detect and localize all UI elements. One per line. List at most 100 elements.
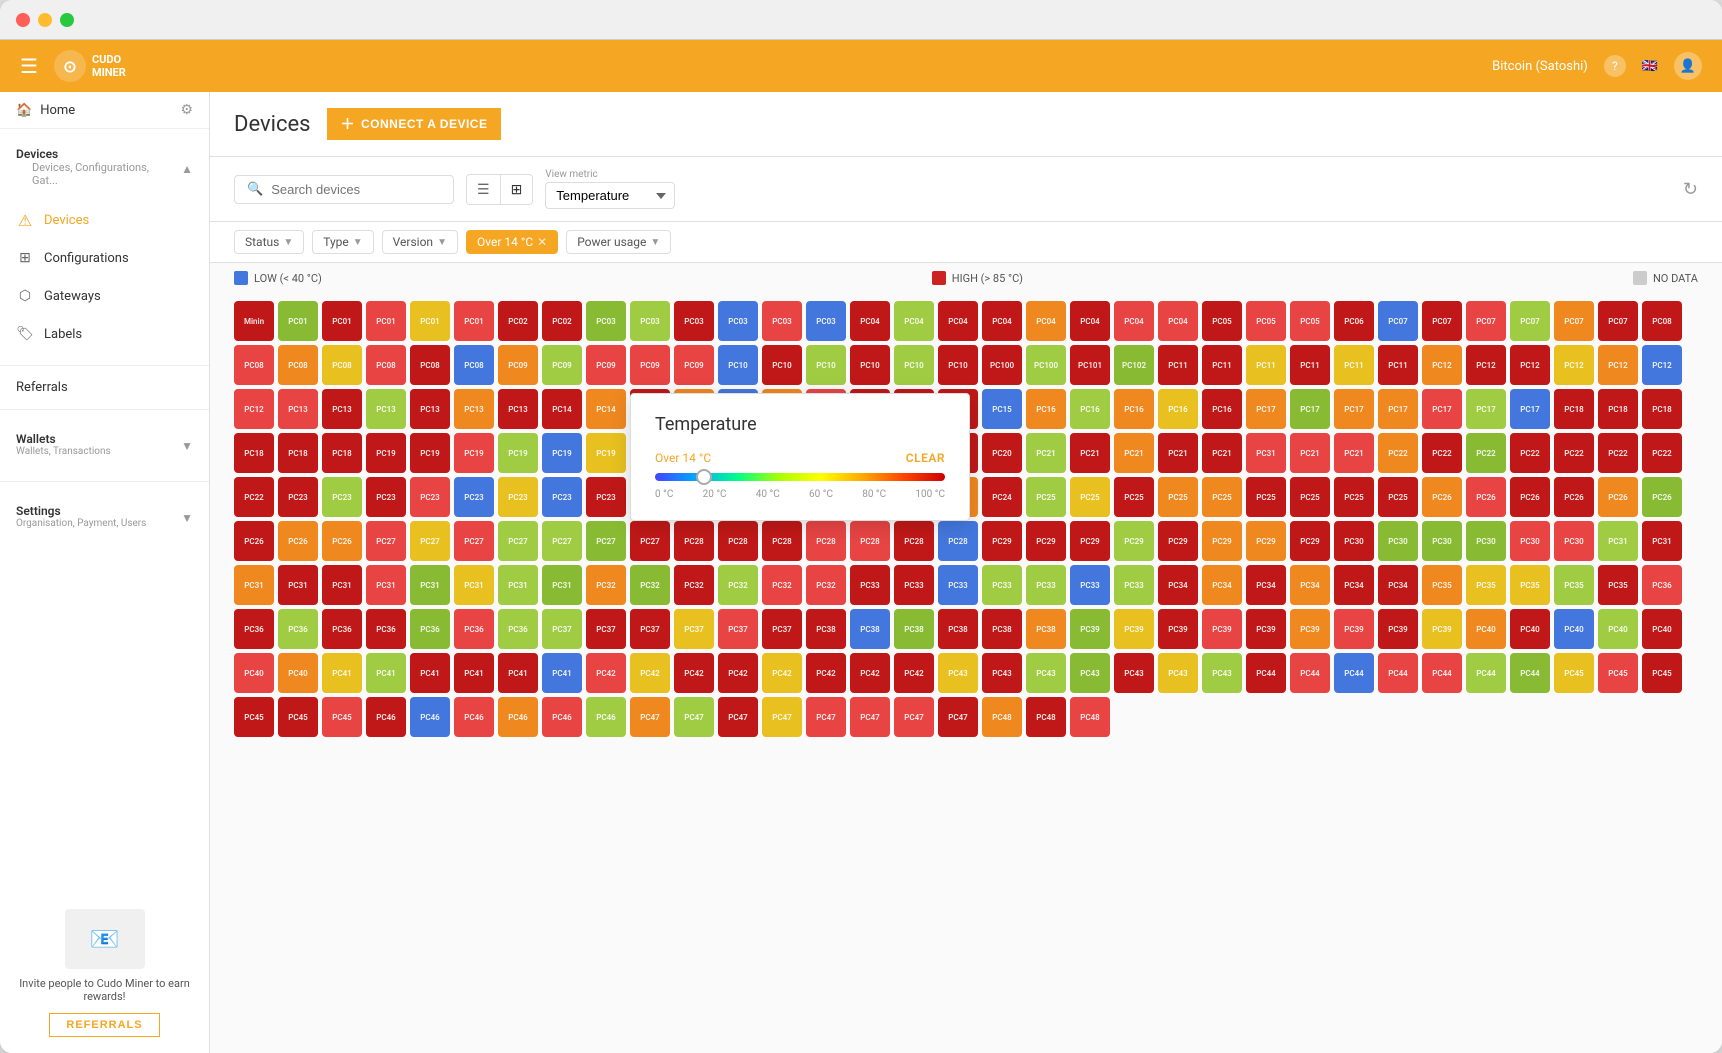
- maximize-btn[interactable]: [60, 13, 74, 27]
- device-tile[interactable]: PC48: [982, 697, 1022, 737]
- device-tile[interactable]: PC21: [1158, 433, 1198, 473]
- device-tile[interactable]: PC08: [410, 345, 450, 385]
- device-tile[interactable]: PC07: [1466, 301, 1506, 341]
- device-tile[interactable]: PC36: [366, 609, 406, 649]
- device-tile[interactable]: PC42: [718, 653, 758, 693]
- filter-type[interactable]: Type ▼: [312, 230, 373, 254]
- device-tile[interactable]: PC13: [366, 389, 406, 429]
- device-tile[interactable]: PC39: [1422, 609, 1462, 649]
- device-tile[interactable]: PC30: [1378, 521, 1418, 561]
- device-tile[interactable]: PC28: [850, 521, 890, 561]
- device-tile[interactable]: PC08: [1642, 301, 1682, 341]
- device-tile[interactable]: PC47: [806, 697, 846, 737]
- language-icon[interactable]: 🇬🇧: [1642, 59, 1658, 74]
- device-tile[interactable]: PC47: [938, 697, 978, 737]
- device-tile[interactable]: PC22: [1510, 433, 1550, 473]
- device-tile[interactable]: PC02: [542, 301, 582, 341]
- device-tile[interactable]: PC11: [1378, 345, 1418, 385]
- filter-temperature-clear[interactable]: ✕: [537, 235, 547, 249]
- sidebar-item-labels[interactable]: 🏷 Labels: [0, 315, 209, 353]
- device-tile[interactable]: PC33: [1026, 565, 1066, 605]
- device-tile[interactable]: PC40: [1598, 609, 1638, 649]
- device-tile[interactable]: PC08: [278, 345, 318, 385]
- grid-view-button[interactable]: ⊞: [501, 175, 533, 204]
- device-tile[interactable]: PC47: [718, 697, 758, 737]
- device-tile[interactable]: PC37: [718, 609, 758, 649]
- device-tile[interactable]: PC32: [762, 565, 802, 605]
- device-tile[interactable]: PC07: [1378, 301, 1418, 341]
- device-tile[interactable]: PC03: [718, 301, 758, 341]
- device-tile[interactable]: PC03: [674, 301, 714, 341]
- device-tile[interactable]: PC39: [1202, 609, 1242, 649]
- device-tile[interactable]: PC31: [410, 565, 450, 605]
- sidebar-item-home[interactable]: 🏠 Home: [16, 103, 75, 118]
- device-tile[interactable]: PC17: [1334, 389, 1374, 429]
- device-tile[interactable]: PC42: [894, 653, 934, 693]
- device-tile[interactable]: PC08: [322, 345, 362, 385]
- device-tile[interactable]: PC39: [1290, 609, 1330, 649]
- settings-collapse-icon[interactable]: ▼: [181, 511, 193, 525]
- help-icon[interactable]: ?: [1604, 55, 1626, 77]
- temp-slider-thumb[interactable]: [696, 469, 712, 485]
- device-tile[interactable]: PC21: [1290, 433, 1330, 473]
- search-input[interactable]: [271, 182, 441, 197]
- device-tile[interactable]: PC37: [586, 609, 626, 649]
- device-tile[interactable]: PC04: [894, 301, 934, 341]
- device-tile[interactable]: PC27: [410, 521, 450, 561]
- device-tile[interactable]: PC10: [938, 345, 978, 385]
- device-tile[interactable]: PC39: [1378, 609, 1418, 649]
- device-tile[interactable]: PC18: [1598, 389, 1638, 429]
- filter-status[interactable]: Status ▼: [234, 230, 304, 254]
- device-tile[interactable]: PC41: [322, 653, 362, 693]
- refresh-button[interactable]: ↻: [1683, 179, 1698, 200]
- device-tile[interactable]: PC26: [1510, 477, 1550, 517]
- device-tile[interactable]: PC41: [410, 653, 450, 693]
- device-tile[interactable]: PC04: [1114, 301, 1154, 341]
- device-tile[interactable]: PC20: [982, 433, 1022, 473]
- menu-icon[interactable]: ☰: [20, 54, 38, 78]
- device-tile[interactable]: PC26: [234, 521, 274, 561]
- device-tile[interactable]: PC08: [454, 345, 494, 385]
- device-tile[interactable]: PC17: [1466, 389, 1506, 429]
- device-tile[interactable]: PC46: [498, 697, 538, 737]
- device-tile[interactable]: PC24: [982, 477, 1022, 517]
- referral-button[interactable]: REFERRALS: [49, 1013, 159, 1037]
- device-tile[interactable]: PC31: [1246, 433, 1286, 473]
- device-tile[interactable]: PC12: [1598, 345, 1638, 385]
- device-tile[interactable]: PC17: [1510, 389, 1550, 429]
- device-tile[interactable]: PC23: [586, 477, 626, 517]
- device-tile[interactable]: PC28: [938, 521, 978, 561]
- device-tile[interactable]: PC34: [1202, 565, 1242, 605]
- device-tile[interactable]: PC100: [982, 345, 1022, 385]
- device-tile[interactable]: PC46: [586, 697, 626, 737]
- device-tile[interactable]: PC01: [410, 301, 450, 341]
- device-tile[interactable]: PC31: [1598, 521, 1638, 561]
- device-tile[interactable]: PC13: [498, 389, 538, 429]
- device-tile[interactable]: PC100: [1026, 345, 1066, 385]
- device-tile[interactable]: PC11: [1334, 345, 1374, 385]
- device-tile[interactable]: PC08: [234, 345, 274, 385]
- device-tile[interactable]: PC43: [982, 653, 1022, 693]
- device-tile[interactable]: PC46: [542, 697, 582, 737]
- device-tile[interactable]: PC22: [1466, 433, 1506, 473]
- device-tile[interactable]: PC04: [1158, 301, 1198, 341]
- device-tile[interactable]: PC36: [1642, 565, 1682, 605]
- device-tile[interactable]: Minin: [234, 301, 274, 341]
- device-tile[interactable]: PC21: [1070, 433, 1110, 473]
- device-tile[interactable]: PC09: [630, 345, 670, 385]
- sidebar-item-gateways[interactable]: ⬡ Gateways: [0, 277, 209, 315]
- device-tile[interactable]: PC16: [1114, 389, 1154, 429]
- device-tile[interactable]: PC14: [542, 389, 582, 429]
- device-tile[interactable]: PC37: [762, 609, 802, 649]
- device-tile[interactable]: PC01: [278, 301, 318, 341]
- search-box[interactable]: 🔍: [234, 175, 454, 204]
- device-tile[interactable]: PC10: [718, 345, 758, 385]
- device-tile[interactable]: PC07: [1422, 301, 1462, 341]
- device-tile[interactable]: PC25: [1070, 477, 1110, 517]
- device-tile[interactable]: PC35: [1422, 565, 1462, 605]
- device-tile[interactable]: PC13: [454, 389, 494, 429]
- device-tile[interactable]: PC42: [586, 653, 626, 693]
- device-tile[interactable]: PC34: [1246, 565, 1286, 605]
- device-tile[interactable]: PC33: [938, 565, 978, 605]
- temp-slider-track[interactable]: [655, 473, 945, 481]
